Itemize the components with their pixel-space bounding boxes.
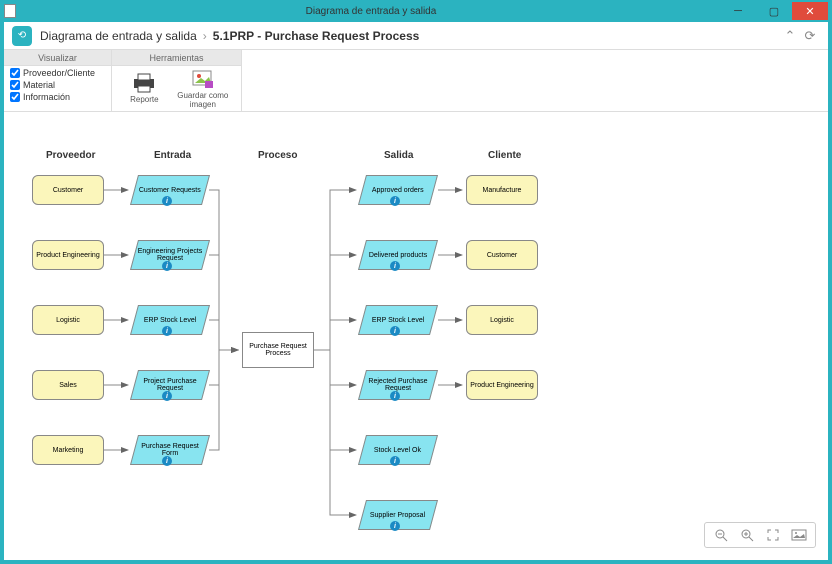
header-cliente: Cliente	[488, 150, 521, 161]
proveedor-node[interactable]: Sales	[32, 370, 104, 400]
window-title: Diagrama de entrada y salida	[22, 6, 720, 17]
ribbon-group-visualizar: Visualizar	[4, 50, 111, 66]
proveedor-node[interactable]: Marketing	[32, 435, 104, 465]
info-icon[interactable]: i	[390, 456, 400, 466]
info-icon[interactable]: i	[162, 196, 172, 206]
proveedor-node[interactable]: Logistic	[32, 305, 104, 335]
maximize-button[interactable]: ▢	[756, 2, 792, 20]
document-icon	[4, 4, 16, 18]
guardar-imagen-button[interactable]: Guardar como imagen	[171, 68, 235, 109]
reporte-button[interactable]: Reporte	[118, 68, 171, 109]
info-icon[interactable]: i	[162, 326, 172, 336]
cliente-node[interactable]: Product Engineering	[466, 370, 538, 400]
cliente-node[interactable]: Logistic	[466, 305, 538, 335]
info-icon[interactable]: i	[162, 391, 172, 401]
zoom-toolbar	[704, 522, 816, 548]
collapse-icon[interactable]: ⌃	[780, 26, 800, 46]
header-proveedor: Proveedor	[46, 150, 95, 161]
cliente-node[interactable]: Manufacture	[466, 175, 538, 205]
ribbon: Visualizar Proveedor/Cliente Material In…	[4, 50, 828, 112]
zoom-in-button[interactable]	[737, 526, 757, 544]
diagram-canvas[interactable]: Proveedor Entrada Proceso Salida Cliente…	[4, 136, 828, 556]
chevron-right-icon: ›	[203, 29, 207, 43]
info-icon[interactable]: i	[390, 196, 400, 206]
info-icon[interactable]: i	[390, 521, 400, 531]
checkbox-informacion[interactable]: Información	[10, 92, 105, 102]
zoom-out-button[interactable]	[711, 526, 731, 544]
ribbon-group-herramientas: Herramientas	[112, 50, 241, 66]
main-container: ⟲ Diagrama de entrada y salida › 5.1PRP …	[0, 22, 832, 564]
refresh-icon[interactable]: ⟳	[800, 26, 820, 46]
info-icon[interactable]: i	[390, 326, 400, 336]
titlebar: Diagrama de entrada y salida ─ ▢ ✕	[0, 0, 832, 22]
info-icon[interactable]: i	[390, 391, 400, 401]
header-salida: Salida	[384, 150, 413, 161]
breadcrumb-root[interactable]: Diagrama de entrada y salida	[40, 29, 197, 43]
minimize-button[interactable]: ─	[720, 2, 756, 20]
checkbox-material[interactable]: Material	[10, 80, 105, 90]
proveedor-node[interactable]: Customer	[32, 175, 104, 205]
info-icon[interactable]: i	[162, 261, 172, 271]
header-entrada: Entrada	[154, 150, 191, 161]
info-icon[interactable]: i	[162, 456, 172, 466]
original-size-button[interactable]	[789, 526, 809, 544]
cliente-node[interactable]: Customer	[466, 240, 538, 270]
fit-screen-button[interactable]	[763, 526, 783, 544]
close-button[interactable]: ✕	[792, 2, 828, 20]
app-icon: ⟲	[12, 26, 32, 46]
proveedor-node[interactable]: Product Engineering	[32, 240, 104, 270]
info-icon[interactable]: i	[390, 261, 400, 271]
save-image-icon	[191, 69, 215, 89]
breadcrumb: ⟲ Diagrama de entrada y salida › 5.1PRP …	[4, 22, 828, 50]
checkbox-proveedor[interactable]: Proveedor/Cliente	[10, 68, 105, 78]
proceso-node[interactable]: Purchase Request Process	[242, 332, 314, 368]
printer-icon	[132, 73, 156, 93]
header-proceso: Proceso	[258, 150, 297, 161]
breadcrumb-current: 5.1PRP - Purchase Request Process	[213, 29, 420, 43]
